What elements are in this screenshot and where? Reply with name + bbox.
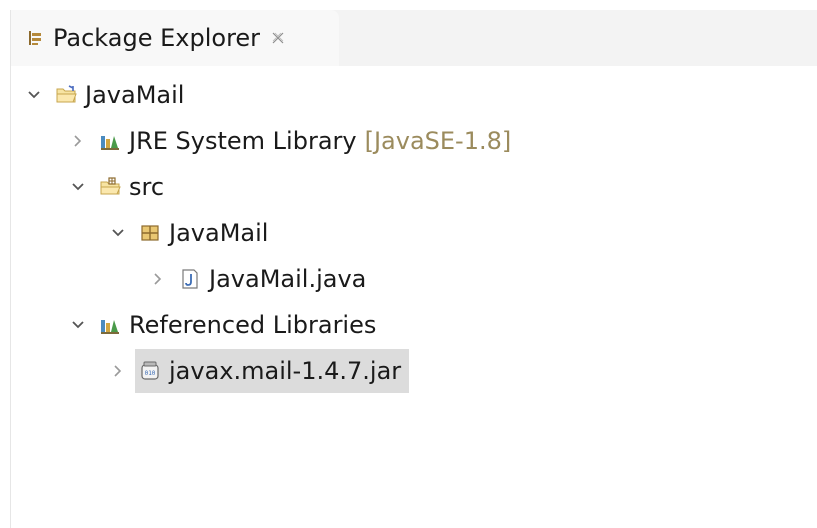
tree-item-jar-row: 010 javax.mail-1.4.7.jar — [111, 349, 410, 393]
jre-version-decoration: [JavaSE-1.8] — [364, 127, 512, 155]
tree-item-label: javax.mail-1.4.7.jar — [169, 357, 402, 385]
tree-item-src[interactable]: src — [71, 165, 164, 209]
chevron-down-icon[interactable] — [111, 226, 125, 240]
tree-item-package[interactable]: JavaMail — [111, 211, 268, 255]
package-explorer-tab[interactable]: Package Explorer — [11, 10, 339, 66]
tree-item-java-file[interactable]: JavaMail.java — [151, 257, 366, 301]
tree-item-label: JRE System Library — [129, 127, 357, 155]
jar-file-icon: 010 — [141, 361, 159, 380]
tree-item-label: JavaMail — [85, 81, 185, 109]
source-folder-icon — [100, 177, 121, 195]
svg-text:010: 010 — [145, 370, 156, 377]
package-explorer-view: Package Explorer JavaMail JRE System Lib… — [0, 0, 817, 528]
tree-item-jar[interactable]: 010 javax.mail-1.4.7.jar — [135, 349, 410, 393]
chevron-down-icon[interactable] — [71, 180, 85, 194]
tree-item-jre-system-library[interactable]: JRE System Library [JavaSE-1.8] — [71, 119, 511, 163]
tree-item-label: JavaMail.java — [209, 265, 367, 293]
java-file-icon — [182, 269, 198, 289]
chevron-down-icon[interactable] — [71, 318, 85, 332]
chevron-right-icon[interactable] — [111, 364, 125, 378]
chevron-down-icon[interactable] — [27, 88, 41, 102]
tree-item-label: src — [129, 173, 165, 201]
left-margin — [0, 0, 10, 528]
project-tree: JavaMail JRE System Library [JavaSE-1.8] — [11, 66, 817, 528]
view-tab-bar: Package Explorer — [11, 10, 817, 66]
library-icon — [101, 136, 119, 150]
open-project-folder-icon — [56, 85, 77, 103]
tree-item-referenced-libraries[interactable]: Referenced Libraries — [71, 303, 376, 347]
package-explorer-icon — [29, 31, 41, 45]
close-icon[interactable] — [271, 31, 285, 45]
tree-item-label: Referenced Libraries — [129, 311, 377, 339]
chevron-right-icon[interactable] — [71, 134, 85, 148]
library-icon — [101, 320, 119, 334]
chevron-right-icon[interactable] — [151, 272, 165, 286]
package-icon — [141, 225, 159, 241]
tree-item-project[interactable]: JavaMail — [27, 73, 184, 117]
view-title: Package Explorer — [53, 24, 261, 52]
tree-item-label: JavaMail — [169, 219, 269, 247]
